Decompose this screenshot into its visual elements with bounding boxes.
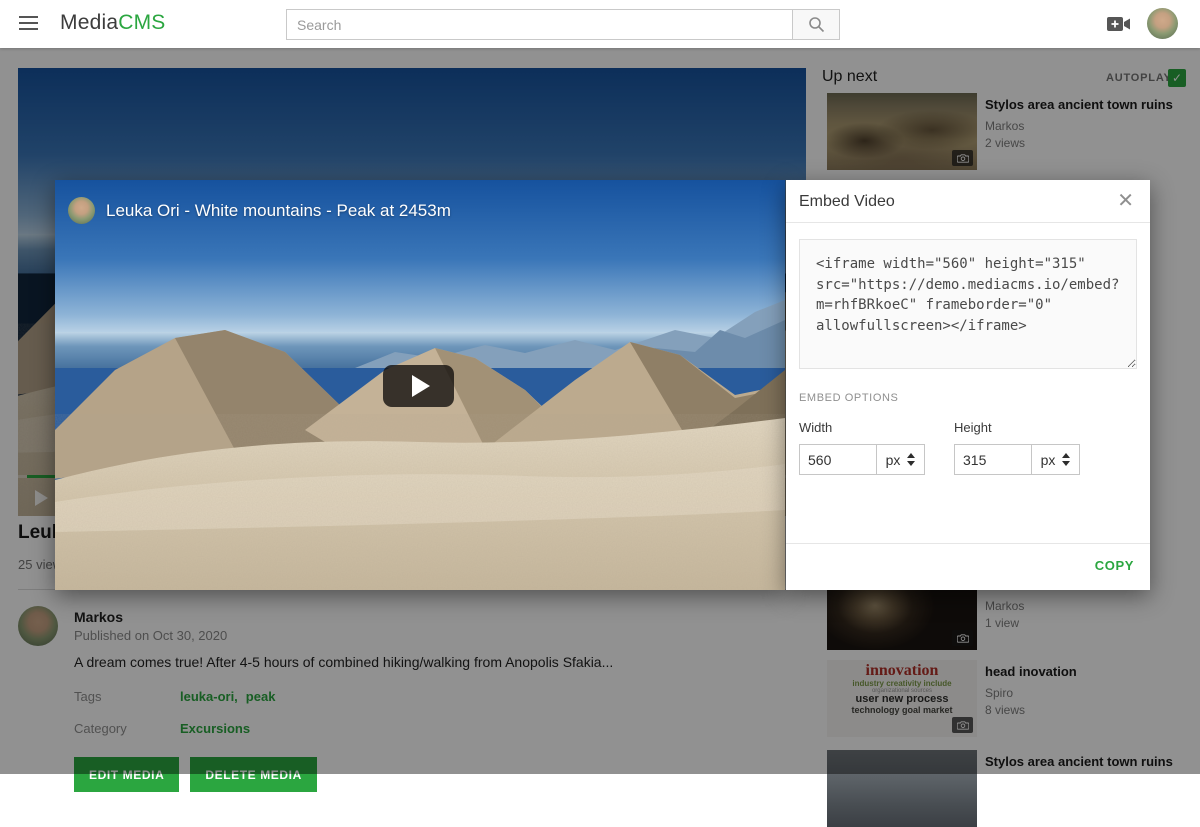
stepper-arrows-icon[interactable]	[907, 453, 915, 466]
search-input[interactable]	[286, 9, 793, 40]
play-button[interactable]	[383, 365, 454, 407]
height-unit-select[interactable]: px	[1031, 444, 1080, 475]
width-unit-value: px	[886, 452, 901, 468]
stepper-arrows-icon[interactable]	[1062, 453, 1070, 466]
mediacms-logo[interactable]: MediaCMS	[60, 11, 165, 35]
width-field-group: Width px	[799, 420, 925, 475]
upload-media-icon[interactable]	[1106, 14, 1132, 34]
width-input[interactable]	[799, 444, 877, 475]
copy-button[interactable]: COPY	[1095, 558, 1134, 573]
height-field-group: Height px	[954, 420, 1080, 475]
embed-options-label: EMBED OPTIONS	[799, 392, 1137, 404]
embed-code-textarea[interactable]: <iframe width="560" height="315" src="ht…	[799, 239, 1137, 369]
search-icon	[808, 16, 825, 33]
modal-title: Embed Video	[799, 193, 895, 211]
user-avatar[interactable]	[1147, 8, 1178, 39]
width-unit-select[interactable]: px	[876, 444, 925, 475]
preview-author-avatar	[68, 197, 95, 224]
embed-preview-player: Leuka Ori - White mountains - Peak at 24…	[55, 180, 785, 590]
close-icon[interactable]: ✕	[1117, 190, 1134, 212]
embed-video-modal: Embed Video ✕ <iframe width="560" height…	[786, 180, 1150, 590]
height-input[interactable]	[954, 444, 1032, 475]
play-icon	[412, 375, 430, 397]
width-label: Width	[799, 420, 925, 435]
menu-icon[interactable]	[19, 16, 38, 31]
search-button[interactable]	[793, 9, 840, 40]
height-label: Height	[954, 420, 1080, 435]
preview-video-title[interactable]: Leuka Ori - White mountains - Peak at 24…	[106, 201, 451, 221]
top-app-bar: MediaCMS	[0, 0, 1200, 48]
height-unit-value: px	[1041, 452, 1056, 468]
